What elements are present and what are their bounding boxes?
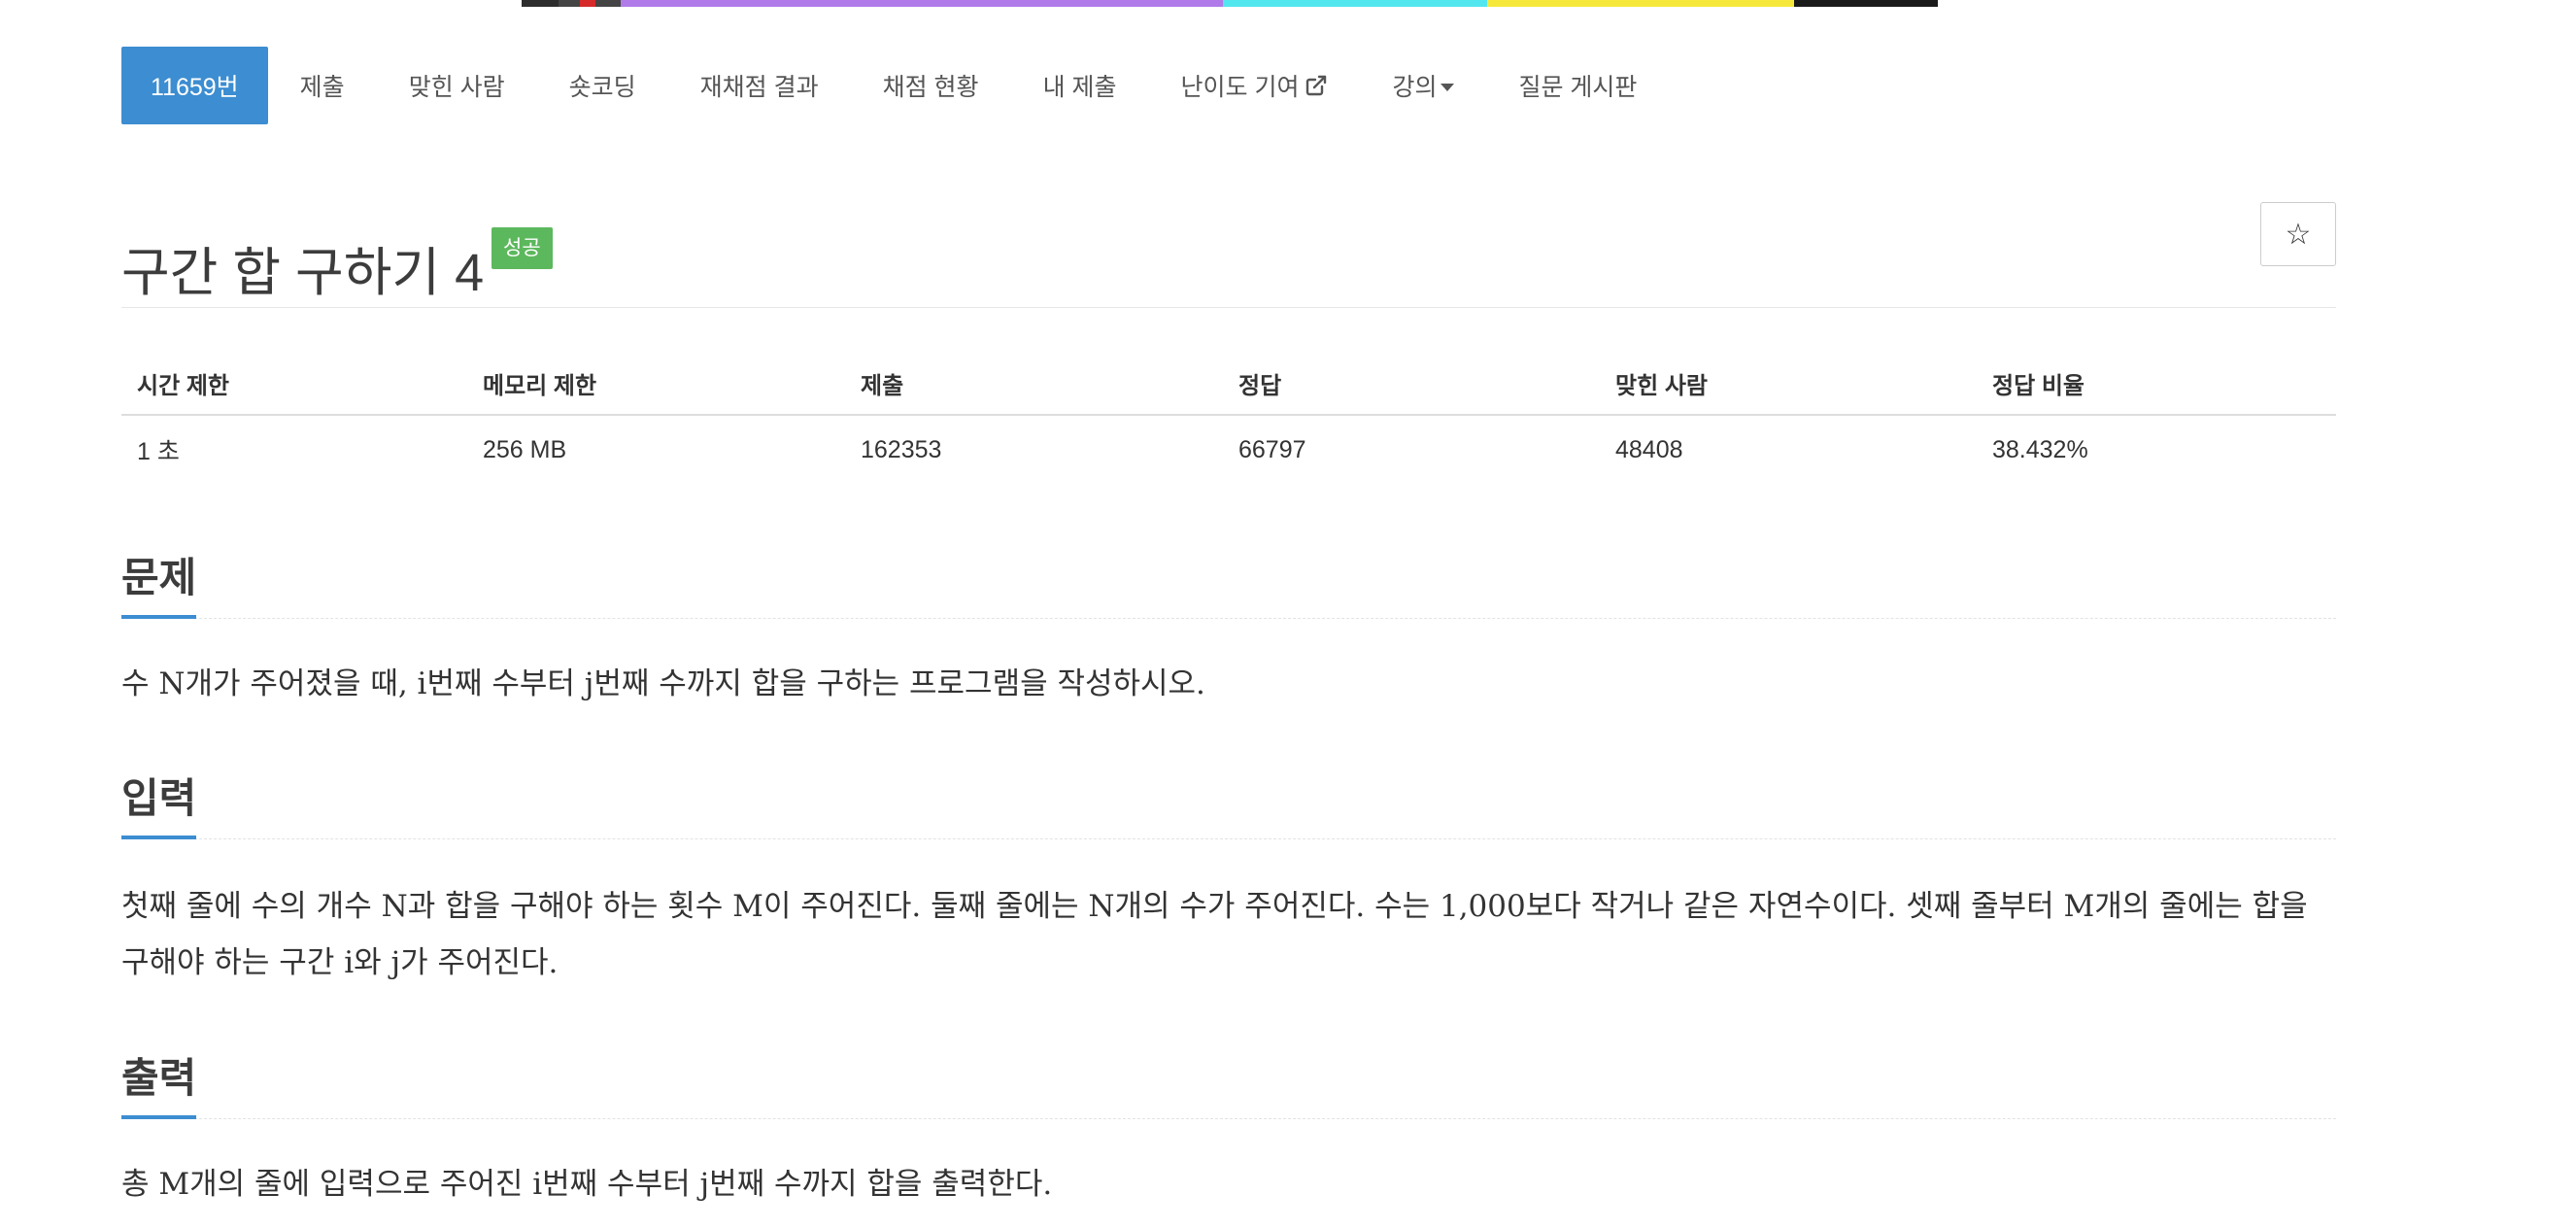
tab-label: 11659번 — [151, 74, 239, 101]
tab-label: 숏코딩 — [568, 74, 636, 101]
accept-ratio-value: 38.432% — [1992, 435, 2088, 463]
tab-label: 강의 — [1392, 74, 1438, 101]
star-icon: ☆ — [2285, 218, 2312, 251]
table-row: 1 초 256 MB 162353 66797 48408 38.432% — [121, 415, 2336, 484]
column-header: 정답 — [1223, 352, 1600, 416]
tab-question-board[interactable]: 질문 게시판 — [1486, 47, 1669, 124]
column-header: 제출 — [845, 352, 1223, 416]
table-header-row: 시간 제한 메모리 제한 제출 정답 맞힌 사람 정답 비율 — [121, 352, 2336, 416]
problem-info-table: 시간 제한 메모리 제한 제출 정답 맞힌 사람 정답 비율 1 초 256 M… — [121, 352, 2336, 484]
favorite-button[interactable]: ☆ — [2260, 202, 2336, 266]
tab-rejudge-results[interactable]: 재채점 결과 — [668, 47, 851, 124]
section-header: 출력 — [121, 1048, 2336, 1119]
time-limit-value: 1 초 — [137, 438, 180, 465]
accepted-value: 66797 — [1238, 435, 1306, 463]
input-section: 입력 첫째 줄에 수의 개수 N과 합을 구해야 하는 횟수 M이 주어진다. … — [121, 768, 2336, 991]
section-text: 수 N개가 주어졌을 때, i번째 수부터 j번째 수까지 합을 구하는 프로그… — [121, 666, 1205, 701]
tab-label: 채점 현황 — [882, 74, 979, 101]
section-header: 문제 — [121, 548, 2336, 619]
memory-limit-value: 256 MB — [483, 435, 567, 463]
tab-short-coding[interactable]: 숏코딩 — [537, 47, 668, 124]
tab-lectures-dropdown[interactable]: 강의 — [1360, 47, 1486, 124]
tab-label: 난이도 기여 — [1180, 74, 1300, 101]
problem-description-section: 문제 수 N개가 주어졌을 때, i번째 수부터 j번째 수까지 합을 구하는 … — [121, 548, 2336, 712]
tab-difficulty-contribution[interactable]: 난이도 기여 — [1149, 47, 1361, 124]
tab-submit[interactable]: 제출 — [268, 47, 377, 124]
column-header: 정답 비율 — [1977, 352, 2336, 416]
section-title: 입력 — [121, 775, 197, 839]
section-header: 입력 — [121, 768, 2336, 839]
section-text: 첫째 줄에 수의 개수 N과 합을 구해야 하는 횟수 M이 주어진다. 둘째 … — [121, 889, 2308, 980]
tab-label: 질문 게시판 — [1518, 74, 1638, 101]
tab-label: 맞힌 사람 — [408, 74, 505, 101]
tab-my-submissions[interactable]: 내 제출 — [1011, 47, 1149, 124]
status-badge: 성공 — [491, 227, 553, 269]
tab-label: 내 제출 — [1042, 74, 1117, 101]
section-title: 출력 — [121, 1055, 197, 1119]
submissions-value: 162353 — [861, 435, 942, 463]
column-header: 시간 제한 — [121, 352, 467, 416]
page-title: 구간 합 구하기 4 — [121, 244, 485, 303]
external-link-icon — [1305, 74, 1328, 97]
problem-nav-tabs: 11659번 제출 맞힌 사람 숏코딩 재채점 결과 채점 현황 내 제출 난이… — [121, 47, 1669, 124]
section-title: 문제 — [121, 555, 197, 619]
tab-label: 재채점 결과 — [699, 74, 819, 101]
section-text: 총 M개의 줄에 입력으로 주어진 i번째 수부터 j번째 수까지 합을 출력한… — [121, 1167, 1053, 1202]
solved-users-value: 48408 — [1615, 435, 1683, 463]
caret-down-icon — [1441, 84, 1455, 91]
title-divider — [121, 307, 2336, 308]
tab-solved-users[interactable]: 맞힌 사람 — [377, 47, 537, 124]
problem-header: 구간 합 구하기 4 성공 ☆ — [121, 202, 2336, 307]
column-header: 메모리 제한 — [467, 352, 845, 416]
tab-problem-number[interactable]: 11659번 — [121, 47, 268, 124]
tab-label: 제출 — [299, 74, 345, 101]
tab-judge-status[interactable]: 채점 현황 — [851, 47, 1011, 124]
top-banner-image[interactable] — [522, 0, 1938, 7]
output-section: 출력 총 M개의 줄에 입력으로 주어진 i번째 수부터 j번째 수까지 합을 … — [121, 1048, 2336, 1212]
column-header: 맞힌 사람 — [1600, 352, 1977, 416]
